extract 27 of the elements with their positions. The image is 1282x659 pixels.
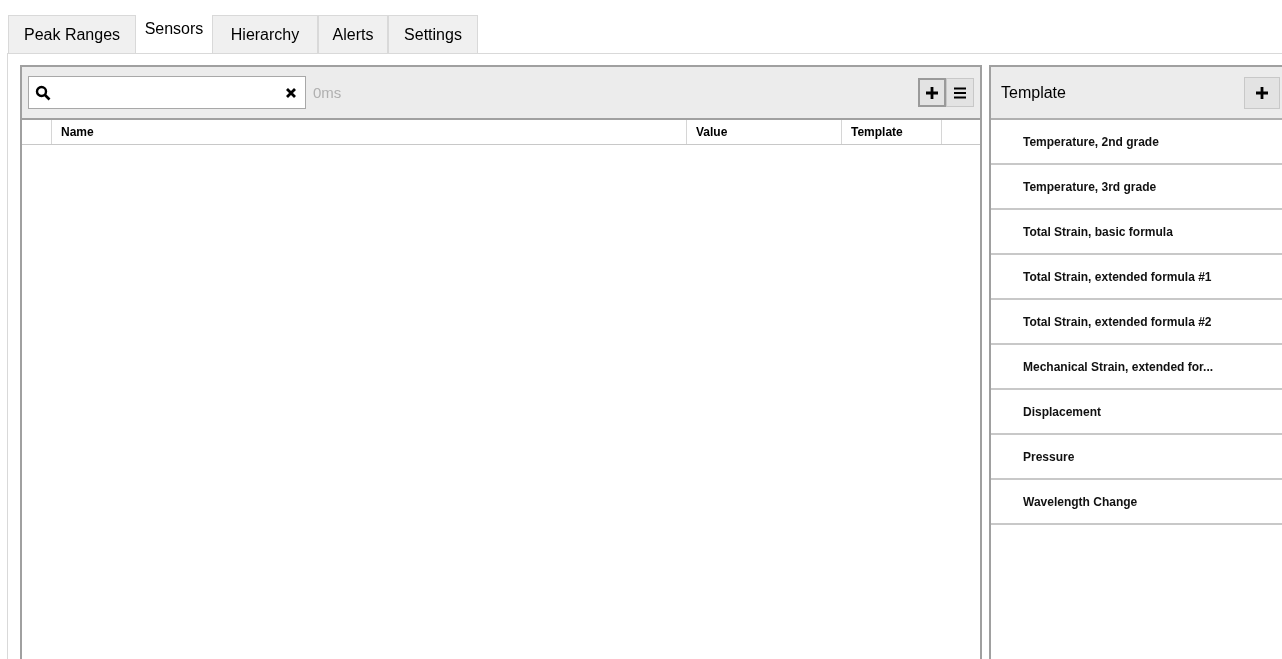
add-button[interactable] <box>1244 76 1280 109</box>
plus-icon <box>925 85 939 100</box>
tab[interactable]: Settings <box>388 15 478 53</box>
template-item[interactable]: Total Strain, extended formula #1 <box>991 255 1282 300</box>
template-item[interactable]: Wavelength Change <box>991 480 1282 525</box>
template-item[interactable]: Pressure <box>991 435 1282 480</box>
tab[interactable]: Peak Ranges <box>8 15 136 53</box>
column-header[interactable]: Name <box>52 120 687 144</box>
tab[interactable]: Alerts <box>318 15 388 53</box>
template-item[interactable]: Temperature, 2nd grade <box>991 120 1282 165</box>
template-item[interactable]: Total Strain, basic formula <box>991 210 1282 255</box>
add-button[interactable] <box>918 78 946 107</box>
panel-title: Template <box>1001 83 1066 102</box>
column-header[interactable]: Template <box>842 120 942 144</box>
template-item[interactable]: Total Strain, extended formula #2 <box>991 300 1282 345</box>
menu-button[interactable] <box>946 78 974 107</box>
plus-icon <box>1255 85 1269 100</box>
timing-label: 0ms <box>313 84 342 101</box>
template-item[interactable]: Mechanical Strain, extended for... <box>991 345 1282 390</box>
column-header[interactable]: Value <box>687 120 842 144</box>
clear-icon[interactable] <box>285 86 297 99</box>
menu-icon <box>953 86 967 99</box>
tab[interactable]: Hierarchy <box>212 15 318 53</box>
search-field[interactable] <box>28 76 306 109</box>
search-icon <box>35 84 51 101</box>
template-item[interactable]: Displacement <box>991 390 1282 435</box>
template-item[interactable]: Temperature, 3rd grade <box>991 165 1282 210</box>
